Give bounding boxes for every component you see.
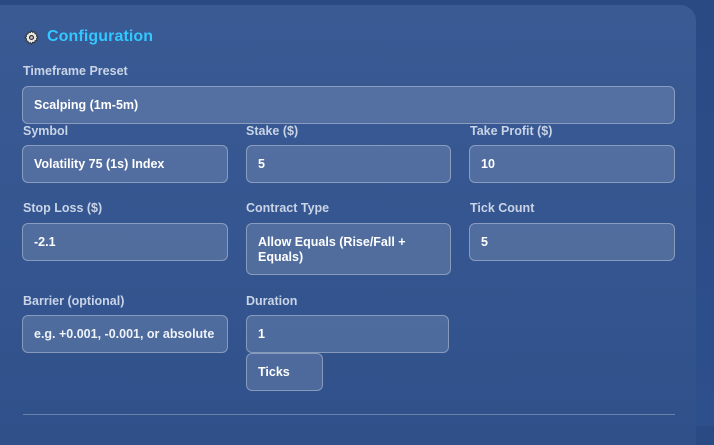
stake-label: Stake ($) xyxy=(246,124,299,138)
stake-input[interactable]: 5 xyxy=(246,145,451,183)
tick-count-label: Tick Count xyxy=(470,201,535,215)
timeframe-preset-select[interactable]: Scalping (1m-5m) xyxy=(22,86,675,124)
configuration-heading: Configuration xyxy=(23,26,153,48)
stop-loss-input[interactable]: -2.1 xyxy=(22,223,228,261)
contract-type-label: Contract Type xyxy=(246,201,330,215)
take-profit-label: Take Profit ($) xyxy=(470,124,553,138)
timeframe-preset-label: Timeframe Preset xyxy=(23,64,128,78)
duration-unit-select[interactable]: Ticks xyxy=(246,353,323,391)
stop-loss-label: Stop Loss ($) xyxy=(23,201,103,215)
contract-type-select[interactable]: Allow Equals (Rise/Fall + Equals) xyxy=(246,223,451,275)
duration-input[interactable]: 1 xyxy=(246,315,449,353)
barrier-label: Barrier (optional) xyxy=(23,294,125,308)
symbol-label: Symbol xyxy=(23,124,69,138)
gear-icon xyxy=(23,29,40,46)
duration-label: Duration xyxy=(246,294,298,308)
section-divider xyxy=(23,414,675,415)
tick-count-input[interactable]: 5 xyxy=(469,223,675,261)
take-profit-input[interactable]: 10 xyxy=(469,145,675,183)
symbol-select[interactable]: Volatility 75 (1s) Index xyxy=(22,145,228,183)
barrier-input[interactable] xyxy=(22,315,228,353)
configuration-title: Configuration xyxy=(47,28,154,45)
